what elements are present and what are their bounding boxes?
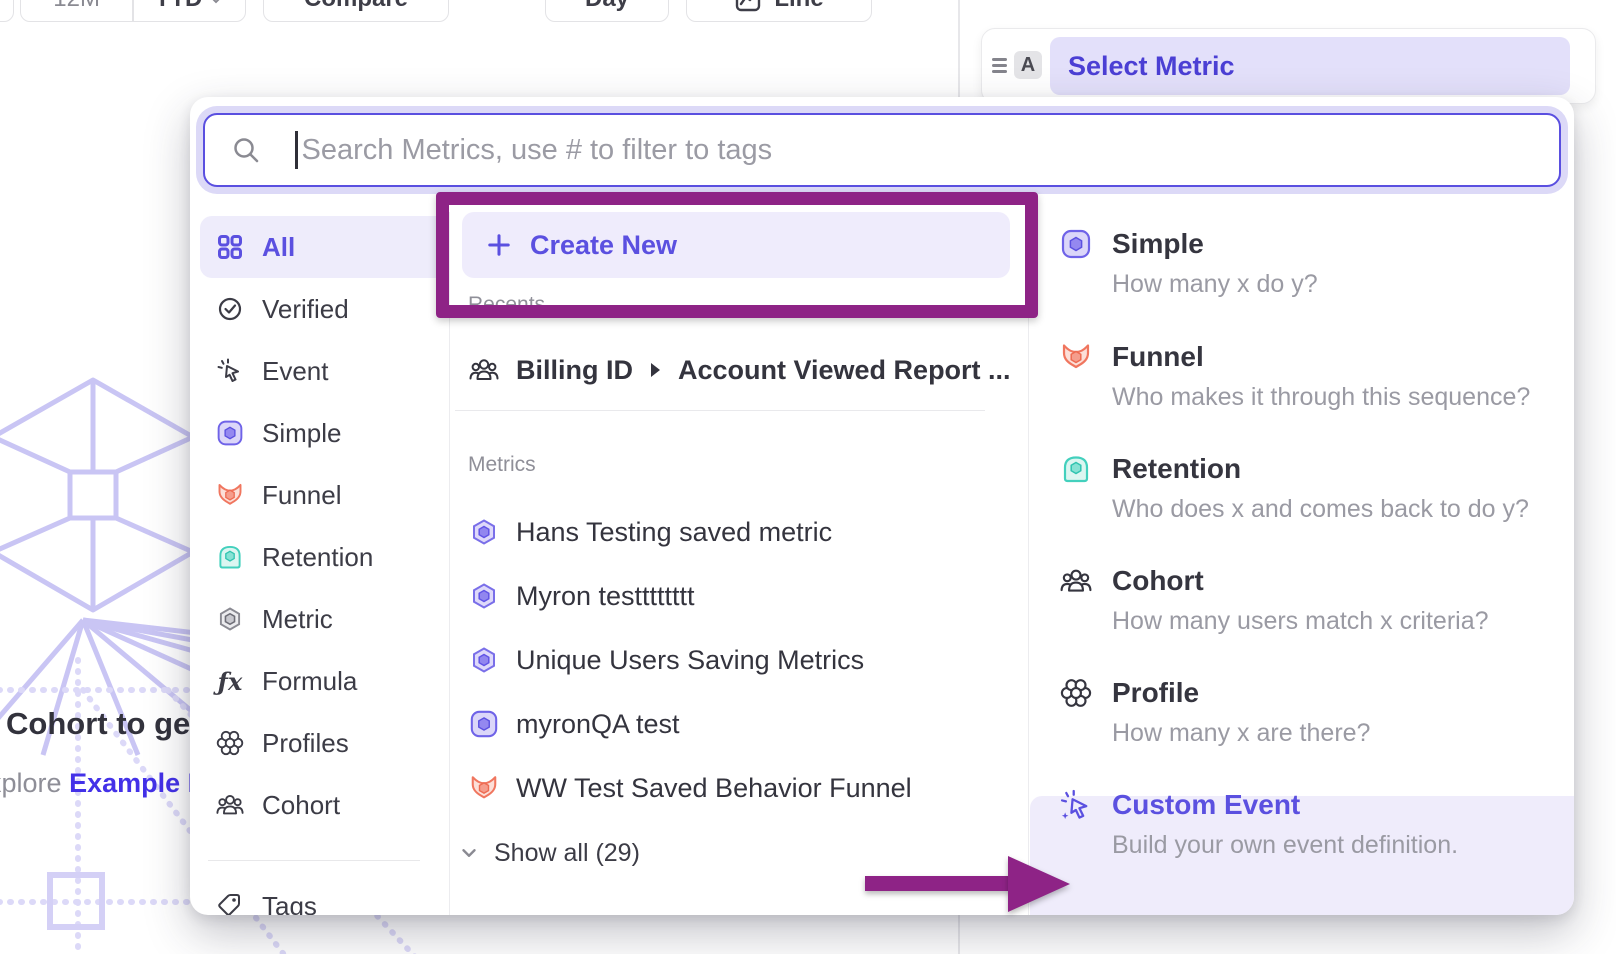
profiles-cluster-icon: [1060, 677, 1092, 709]
time-range-12m[interactable]: 12M: [21, 0, 132, 21]
sidebar-item-cohort[interactable]: Cohort: [200, 774, 448, 836]
metrics-heading: Metrics: [468, 453, 536, 477]
screenshot-root: 12M YTD Compare Day Line A Select Metric: [0, 0, 1616, 954]
sidebar-item-verified[interactable]: Verified: [200, 278, 448, 340]
sidebar-item-label: Formula: [262, 666, 357, 697]
metric-row-card: A Select Metric: [981, 28, 1596, 104]
custom-event-spark-icon: [1060, 789, 1092, 821]
sidebar-item-label: Metric: [262, 604, 333, 635]
sidebar-item-label: Retention: [262, 542, 373, 573]
category-sidebar: All Verified Event: [200, 216, 448, 836]
verified-badge-icon: [216, 295, 244, 323]
time-range-segmented-control[interactable]: 12M YTD: [20, 0, 246, 22]
chart-type-line-button[interactable]: Line: [686, 0, 872, 22]
recent-cohort-name: Billing ID: [516, 355, 633, 386]
sidebar-partial-section: Tags: [200, 875, 448, 915]
sidebar-item-tags[interactable]: Tags: [200, 875, 448, 915]
saved-metric-hexagon-icon: [468, 516, 500, 548]
sidebar-item-event[interactable]: Event: [200, 340, 448, 402]
select-metric-label: Select Metric: [1068, 51, 1235, 82]
metric-list-item[interactable]: Hans Testing saved metric: [468, 512, 912, 552]
compare-button[interactable]: Compare: [263, 0, 449, 22]
metric-list-item[interactable]: myronQA test: [468, 704, 912, 744]
sidebar-item-funnel[interactable]: Funnel: [200, 464, 448, 526]
sidebar-item-profiles[interactable]: Profiles: [200, 712, 448, 774]
cohort-people-icon: [468, 354, 500, 386]
sidebar-item-label: Simple: [262, 418, 341, 449]
sidebar-section-divider: [208, 860, 420, 861]
promo-headline: Cohort to ge: [6, 706, 190, 742]
formula-fx-icon: ƒx: [216, 667, 244, 695]
series-a-badge: A: [1014, 51, 1042, 79]
funnel-icon: [1060, 341, 1092, 373]
saved-metric-hexagon-icon: [468, 644, 500, 676]
cohort-people-icon: [1060, 565, 1092, 597]
recent-event-name: Account Viewed Report ...: [678, 355, 1011, 386]
type-profile[interactable]: Profile How many x are there?: [1060, 677, 1550, 748]
type-funnel[interactable]: Funnel Who makes it through this sequenc…: [1060, 341, 1550, 412]
sidebar-item-label: Event: [262, 356, 329, 387]
promo-subtext-prefix: xplore: [0, 768, 62, 798]
saved-metric-hexagon-icon: [468, 580, 500, 612]
annotation-arrow-head: [1008, 856, 1070, 912]
simple-squircle-icon: [1060, 228, 1092, 260]
text-cursor: [295, 131, 298, 169]
type-custom-event[interactable]: Custom Event Build your own event defini…: [1060, 789, 1550, 860]
recent-item[interactable]: Billing ID Account Viewed Report ...: [468, 350, 1011, 390]
simple-squircle-icon: [468, 708, 500, 740]
sidebar-item-metric[interactable]: Metric: [200, 588, 448, 650]
search-icon: [231, 135, 261, 165]
time-range-ytd[interactable]: YTD: [134, 0, 245, 21]
annotation-arrow-shaft: [865, 876, 1011, 891]
sidebar-item-label: Funnel: [262, 480, 342, 511]
type-cohort[interactable]: Cohort How many users match x criteria?: [1060, 565, 1550, 636]
metric-hexagon-icon: [216, 605, 244, 633]
sidebar-item-all[interactable]: All: [200, 216, 448, 278]
caret-right-icon: [651, 363, 660, 377]
funnel-icon: [468, 772, 500, 804]
line-chart-icon: [734, 0, 762, 13]
sidebar-item-simple[interactable]: Simple: [200, 402, 448, 464]
sidebar-item-label: Verified: [262, 294, 349, 325]
type-simple[interactable]: Simple How many x do y?: [1060, 228, 1550, 299]
funnel-icon: [216, 481, 244, 509]
search-input[interactable]: [302, 134, 1560, 167]
grid-icon: [216, 233, 244, 261]
tag-icon: [216, 892, 244, 915]
metric-list-item[interactable]: Myron testttttttt: [468, 576, 912, 616]
type-retention[interactable]: Retention Who does x and comes back to d…: [1060, 453, 1550, 524]
drag-handle-icon[interactable]: [992, 58, 1007, 73]
event-cursor-icon: [216, 357, 244, 385]
retention-icon: [216, 543, 244, 571]
metric-search-box[interactable]: [203, 113, 1561, 187]
chevron-down-icon: [208, 0, 224, 7]
sidebar-item-label: All: [262, 232, 295, 263]
retention-icon: [1060, 453, 1092, 485]
recents-divider: [455, 410, 985, 411]
show-all-toggle[interactable]: Show all (29): [458, 833, 640, 873]
sidebar-item-label: Tags: [262, 891, 317, 916]
sidebar-item-label: Cohort: [262, 790, 340, 821]
simple-squircle-icon: [216, 419, 244, 447]
promo-subtext: xplore Example I: [0, 768, 195, 799]
toolbar-fragment-button[interactable]: [0, 0, 14, 22]
annotation-highlight-box: [436, 192, 1038, 318]
metric-list-item[interactable]: Unique Users Saving Metrics: [468, 640, 912, 680]
sidebar-item-label: Profiles: [262, 728, 349, 759]
metrics-list: Hans Testing saved metric Myron testtttt…: [468, 512, 912, 832]
cohort-people-icon: [216, 791, 244, 819]
select-metric-pill[interactable]: Select Metric: [1050, 37, 1570, 95]
metric-list-item[interactable]: WW Test Saved Behavior Funnel: [468, 768, 912, 808]
sidebar-item-retention[interactable]: Retention: [200, 526, 448, 588]
example-link[interactable]: Example I: [69, 768, 195, 798]
granularity-day-button[interactable]: Day: [545, 0, 669, 22]
chevron-down-icon: [458, 842, 480, 864]
profiles-cluster-icon: [216, 729, 244, 757]
sidebar-item-formula[interactable]: ƒx Formula: [200, 650, 448, 712]
